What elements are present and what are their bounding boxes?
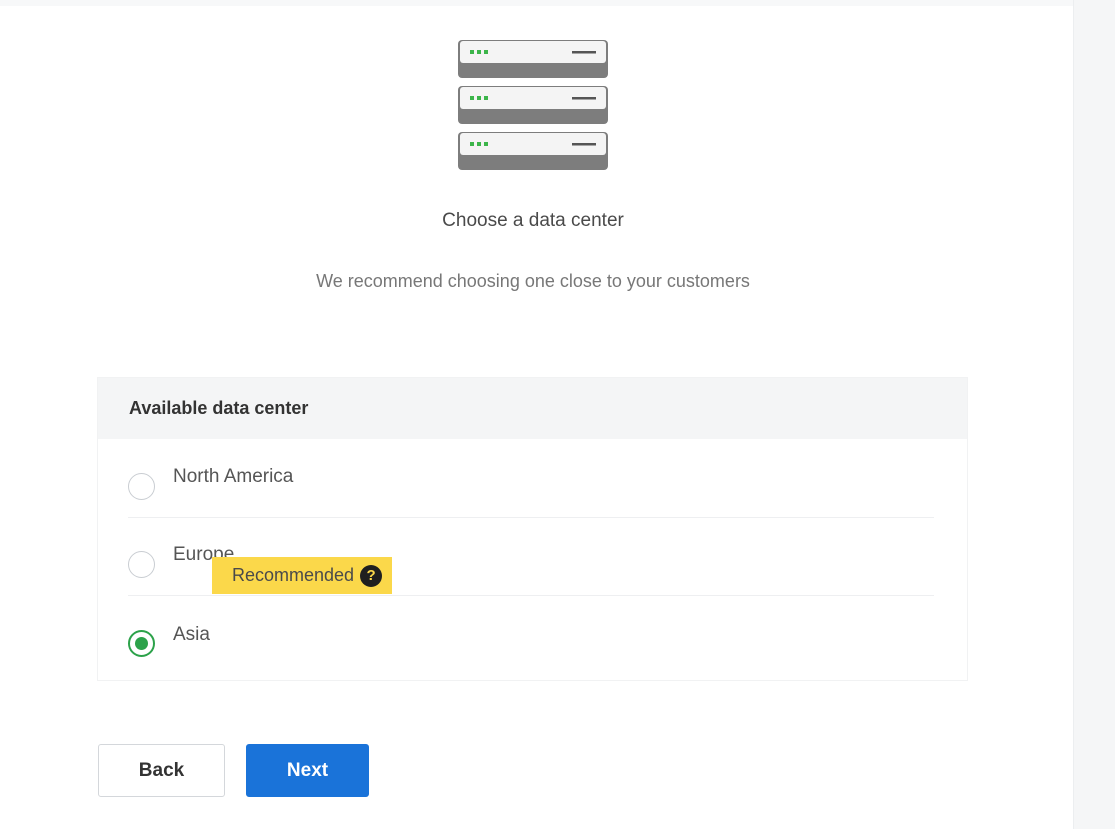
top-strip — [0, 0, 1115, 6]
radio-selected-dot — [135, 637, 148, 650]
card-header: Available data center — [98, 378, 967, 439]
radio-europe[interactable] — [128, 551, 155, 578]
server-rack-icon — [456, 38, 610, 172]
recommended-badge: Recommended ? — [212, 557, 393, 594]
option-label-north-america: North America — [173, 466, 294, 487]
right-side-panel — [1073, 0, 1115, 829]
option-asia[interactable]: Asia — [128, 596, 934, 673]
next-button[interactable]: Next — [246, 744, 369, 797]
page-subtitle: We recommend choosing one close to your … — [316, 271, 750, 291]
radio-north-america[interactable] — [128, 473, 155, 500]
question-circle-icon[interactable]: ? — [360, 564, 383, 587]
option-label-asia: Asia — [173, 624, 210, 645]
back-button[interactable]: Back — [98, 744, 225, 797]
page-title: Choose a data center — [442, 210, 624, 231]
data-center-card: Available data center North America Euro… — [97, 377, 968, 681]
recommended-label: Recommended — [232, 565, 355, 585]
option-north-america[interactable]: North America — [128, 440, 934, 518]
radio-asia[interactable] — [128, 630, 155, 657]
